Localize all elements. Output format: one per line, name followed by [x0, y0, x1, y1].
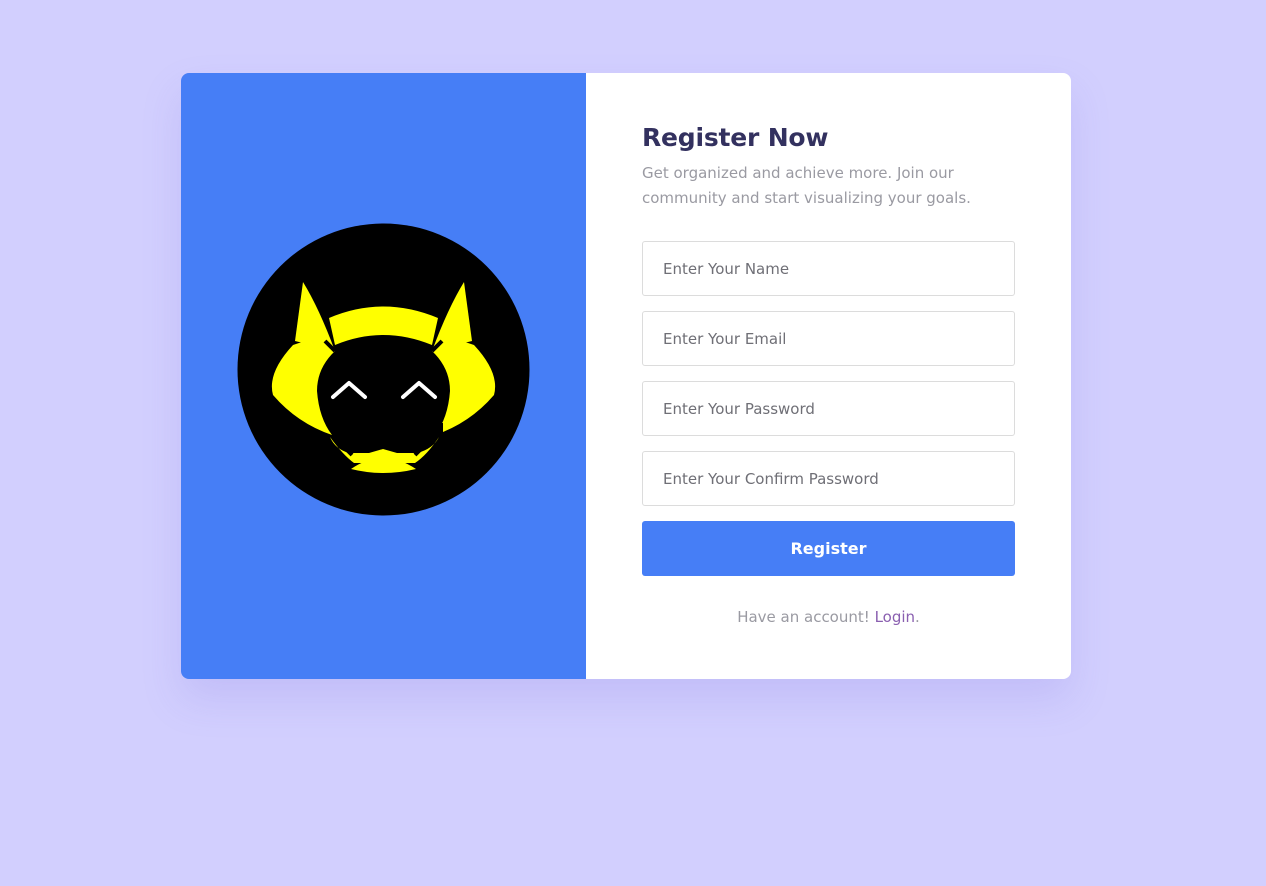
page-title: Register Now	[642, 123, 829, 152]
register-form: Register Now Get organized and achieve m…	[642, 123, 1015, 626]
login-prompt-text: Have an account!	[737, 608, 870, 626]
confirm-password-input[interactable]	[642, 451, 1015, 506]
login-prompt: Have an account! Login.	[642, 608, 1015, 626]
password-input[interactable]	[642, 381, 1015, 436]
name-input[interactable]	[642, 241, 1015, 296]
form-panel: Register Now Get organized and achieve m…	[586, 73, 1071, 679]
register-button[interactable]: Register	[642, 521, 1015, 576]
login-link[interactable]: Login	[875, 608, 915, 626]
register-card: Register Now Get organized and achieve m…	[181, 73, 1071, 679]
page-subtitle: Get organized and achieve more. Join our…	[642, 164, 971, 207]
illustration-panel	[181, 73, 586, 679]
cat-face-logo-icon	[237, 223, 530, 516]
login-prompt-end: .	[915, 608, 920, 626]
email-input[interactable]	[642, 311, 1015, 366]
